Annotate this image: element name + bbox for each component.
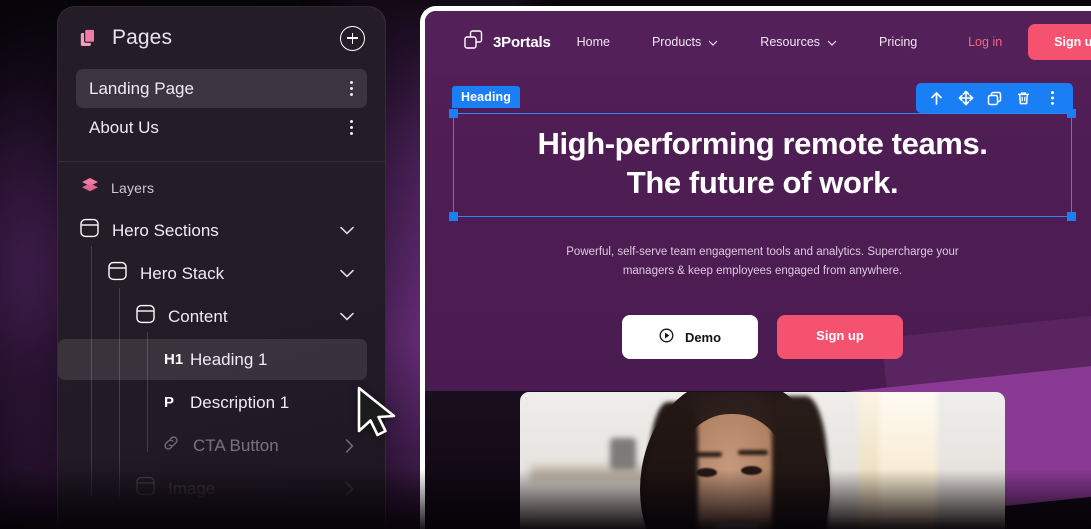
heading-selection: Heading High-performing remote teams. Th… (449, 83, 1076, 222)
resize-handle-top-left[interactable] (449, 109, 458, 118)
layer-label: Heading 1 (190, 349, 268, 369)
selection-badge: Heading (452, 86, 521, 108)
pages-list: Landing Page About Us (58, 69, 385, 147)
hero-image[interactable] (520, 392, 1005, 529)
brand-name: 3Portals (493, 33, 551, 51)
play-circle-icon (659, 328, 674, 346)
layers-tree: Hero Sections Hero Stack Content H1 Head… (58, 202, 385, 509)
signup-button[interactable]: Sign up (1028, 24, 1091, 60)
layer-row-heading-1[interactable]: H1 Heading 1 (58, 339, 367, 380)
layer-label: Description 1 (190, 392, 290, 412)
container-icon (108, 261, 127, 286)
nav-link-resources[interactable]: Resources (760, 35, 837, 49)
hero-title-line-1: High-performing remote teams. (537, 126, 988, 161)
layer-label: CTA Button (193, 435, 279, 455)
layer-row-description-1[interactable]: P Description 1 (58, 382, 367, 423)
nav-link-label: Products (651, 35, 702, 49)
kebab-menu-icon[interactable] (347, 78, 356, 98)
site-preview: 3Portals Home Products Resources Pricing… (425, 11, 1091, 529)
move-up-button[interactable] (922, 87, 951, 109)
duplicate-button[interactable] (980, 87, 1009, 109)
nav-link-label: Home (576, 35, 610, 49)
pages-icon (80, 28, 99, 49)
layer-row-hero-stack[interactable]: Hero Stack (58, 253, 367, 294)
chevron-down-icon[interactable] (340, 312, 354, 321)
layer-label: Hero Sections (112, 220, 219, 240)
nav-links: Home Products Resources Pricing (577, 35, 960, 49)
nav-link-pricing[interactable]: Pricing (879, 35, 917, 49)
resize-handle-bottom-right[interactable] (1067, 212, 1076, 222)
selection-toolbar (916, 83, 1073, 113)
chevron-down-icon[interactable] (340, 269, 354, 278)
page-item-about-us[interactable]: About Us (76, 108, 367, 147)
page-item-label: About Us (89, 117, 159, 137)
nav-link-products[interactable]: Products (652, 35, 718, 49)
layers-panel-header: Layers (58, 162, 385, 202)
hero-signup-button[interactable]: Sign up (777, 315, 903, 360)
layer-tag: P (164, 394, 175, 411)
layer-label: Image (168, 478, 216, 498)
person-photo (520, 392, 1005, 529)
hero-title-line-2: The future of work. (626, 165, 899, 201)
pages-panel-header: Pages (58, 7, 385, 69)
selection-bounding-box[interactable]: High-performing remote teams. The future… (449, 109, 1076, 222)
hero-subtitle: Powerful, self-serve team engagement too… (566, 246, 959, 278)
container-icon (80, 218, 99, 243)
add-page-button[interactable] (340, 25, 365, 51)
nav-link-home[interactable]: Home (577, 35, 610, 49)
layer-row-image[interactable]: Image (58, 468, 367, 509)
chevron-right-icon[interactable] (345, 438, 354, 453)
page-item-landing-page[interactable]: Landing Page (76, 69, 367, 108)
tree-guide-line (119, 288, 120, 498)
more-options-button[interactable] (1038, 87, 1067, 109)
nav-link-label: Resources (760, 35, 821, 49)
layer-tag: H1 (164, 351, 184, 368)
hero-cta-group: Demo Sign up (425, 315, 1091, 360)
layer-row-hero-sections[interactable]: Hero Sections (58, 210, 367, 251)
brand-logo[interactable]: 3Portals (463, 29, 551, 56)
container-icon (136, 304, 155, 329)
chevron-down-icon (827, 35, 837, 49)
chevron-right-icon[interactable] (345, 481, 354, 496)
layers-icon (81, 177, 99, 198)
hero-section: Heading High-performing remote teams. Th… (425, 83, 1091, 529)
layer-label: Content (168, 306, 228, 326)
login-link[interactable]: Log in (968, 35, 1002, 49)
tree-guide-line (91, 246, 92, 496)
demo-button[interactable]: Demo (622, 315, 758, 360)
layers-panel-title: Layers (111, 179, 155, 196)
drag-move-button[interactable] (951, 87, 980, 109)
editor-sidebar: Pages Landing Page About Us Layers Hero … (57, 6, 386, 529)
app-root: Pages Landing Page About Us Layers Hero … (0, 0, 1091, 529)
container-icon (136, 476, 155, 501)
kebab-menu-icon[interactable] (347, 117, 356, 137)
tree-guide-line (147, 332, 148, 452)
nav-actions: Log in Sign up (968, 24, 1091, 60)
link-icon (162, 434, 180, 457)
nav-link-label: Pricing (879, 35, 918, 49)
chevron-down-icon[interactable] (340, 226, 354, 235)
portals-logo-icon (463, 29, 485, 56)
demo-button-label: Demo (684, 329, 722, 345)
layer-row-content[interactable]: Content (58, 296, 367, 337)
layer-row-cta-button[interactable]: CTA Button (58, 425, 367, 466)
layer-label: Hero Stack (140, 263, 225, 283)
site-navbar: 3Portals Home Products Resources Pricing… (425, 11, 1091, 73)
page-item-label: Landing Page (89, 78, 194, 98)
delete-button[interactable] (1009, 87, 1038, 109)
website-canvas: 3Portals Home Products Resources Pricing… (420, 6, 1091, 529)
chevron-down-icon (708, 35, 718, 49)
resize-handle-bottom-left[interactable] (449, 212, 458, 222)
pages-panel-title: Pages (112, 26, 173, 49)
